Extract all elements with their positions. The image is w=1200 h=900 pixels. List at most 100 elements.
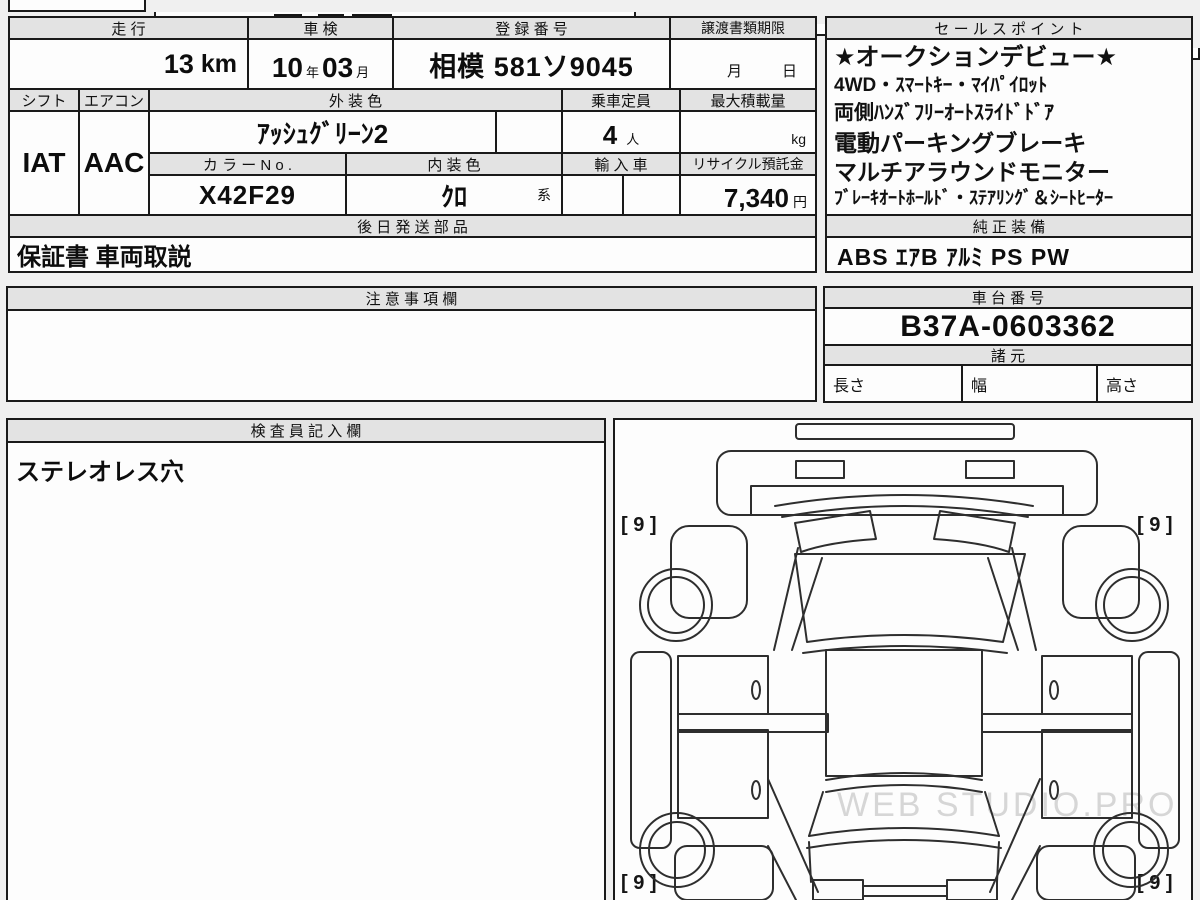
exterior-color-value-cell: ｱｯｼｭｸﾞﾘｰﾝ2 <box>148 110 497 154</box>
interior-color-value-cell: ｸﾛ 系 <box>345 174 563 216</box>
recycle-deposit-value-cell: 7,340 円 <box>679 174 817 216</box>
inspection-year: 10 <box>271 52 303 83</box>
exterior-color-empty-cell <box>495 110 563 154</box>
headlight-left <box>795 460 845 479</box>
registration-value-cell: 相模 581ソ9045 <box>392 38 671 90</box>
inspection-header-label: 車 検 <box>303 20 338 38</box>
max-load-label: 最大積載量 <box>710 92 786 110</box>
later-parts-label: 後 日 発 送 部 品 <box>357 218 468 236</box>
wheel-front-right <box>1095 568 1169 642</box>
capacity-label: 乗車定員 <box>590 92 651 110</box>
spec-width-cell: 幅 <box>961 364 1098 403</box>
deadline-day-label: 日 <box>781 63 797 80</box>
max-load-header: 最大積載量 <box>679 88 817 112</box>
sales-points-label: セ ー ル ス ポ イ ン ト <box>934 20 1084 38</box>
mileage-value-cell: 13 km <box>8 38 249 90</box>
rear-bumper <box>808 841 1000 900</box>
color-no-value: X42F29 <box>198 179 297 210</box>
interior-color-suffix: 系 <box>537 187 551 203</box>
chassis-number-value-cell: B37A-0603362 <box>823 307 1193 346</box>
color-no-label: カ ラ ー N o . <box>202 156 293 174</box>
door-handle <box>1049 680 1059 700</box>
aircon-header: エアコン <box>78 88 150 112</box>
specs-header: 諸 元 <box>823 344 1193 366</box>
inspection-header: 車 検 <box>247 16 394 40</box>
shift-value: IAT <box>22 147 66 178</box>
car-top-view-diagram <box>630 423 1180 900</box>
chassis-number-value: B37A-0603362 <box>900 309 1116 343</box>
windshield <box>774 494 1034 553</box>
auction-sheet: 走 行 車 検 登 録 番 号 譲渡書類期限 13 km 10 年 03 月 相模 5… <box>0 0 1200 900</box>
sales-point-line: 4WD・ｽﾏｰﾄｷｰ・ﾏｲﾊﾟｲﾛｯﾄ <box>834 75 1048 96</box>
doors-right <box>981 655 1133 819</box>
chassis-number-label: 車 台 番 号 <box>971 290 1045 307</box>
transfer-deadline-header: 譲渡書類期限 <box>669 16 817 40</box>
mileage-value: 13 <box>163 48 194 79</box>
specs-label: 諸 元 <box>990 347 1026 365</box>
genuine-equipment-value-cell: ABS ｴｱB ｱﾙﾐ PS PW <box>825 236 1193 273</box>
wheel-front-left <box>639 568 713 642</box>
color-no-header: カ ラ ー N o . <box>148 152 347 176</box>
recycle-deposit-header: リサイクル預託金 <box>679 152 817 176</box>
later-parts-value-cell: 保証書 車両取説 <box>8 236 817 273</box>
spec-height-cell: 高さ <box>1096 364 1193 403</box>
inspector-notes-label: 検 査 員 記 入 欄 <box>250 423 362 440</box>
cropped-row-cell <box>8 0 146 12</box>
spec-length-label: 長さ <box>833 377 866 395</box>
recycle-deposit-label: リサイクル預託金 <box>692 156 804 172</box>
mileage-unit: km <box>200 49 237 78</box>
capacity-header: 乗車定員 <box>561 88 681 112</box>
inspection-month-suffix: 月 <box>356 65 370 80</box>
color-no-value-cell: X42F29 <box>148 174 347 216</box>
import-label: 輸 入 車 <box>594 156 648 174</box>
headlight-right <box>965 460 1015 479</box>
sales-point-line: 両側ﾊﾝｽﾞﾌﾘｰｵｰﾄｽﾗｲﾄﾞﾄﾞｱ <box>834 102 1054 124</box>
recycle-deposit-value: 7,340 <box>723 183 789 213</box>
front-roof-bar <box>795 423 1015 440</box>
spec-width-label: 幅 <box>971 377 988 395</box>
capacity-value: 4 <box>602 120 618 150</box>
transfer-deadline-value-cell: 月 日 <box>669 38 817 90</box>
inspector-notes-value: ステレオレス穴 <box>16 459 184 486</box>
spec-height-label: 高さ <box>1106 377 1139 395</box>
rear-window <box>806 791 1002 849</box>
import-value-cell-2 <box>622 174 681 216</box>
later-parts-value: 保証書 車両取説 <box>17 244 192 271</box>
sales-points-body: ★オークションデビュー★ 4WD・ｽﾏｰﾄｷｰ・ﾏｲﾊﾟｲﾛｯﾄ 両側ﾊﾝｽﾞﾌ… <box>825 38 1193 216</box>
exterior-color-value: ｱｯｼｭｸﾞﾘｰﾝ2 <box>256 118 389 149</box>
genuine-equipment-label: 純 正 装 備 <box>972 218 1046 236</box>
aircon-label: エアコン <box>83 92 144 110</box>
capacity-value-cell: 4人 <box>561 110 681 154</box>
registration-header-label: 登 録 番 号 <box>495 20 568 38</box>
spec-length-cell: 長さ <box>823 364 963 403</box>
side-sill-right <box>1138 651 1180 849</box>
sales-point-line: マルチアラウンドモニター <box>834 159 1110 185</box>
capacity-unit: 人 <box>626 132 640 147</box>
front-fender-right <box>1062 525 1140 619</box>
shift-header: シフト <box>8 88 80 112</box>
sales-point-line: ★オークションデビュー★ <box>834 44 1118 71</box>
mileage-header-label: 走 行 <box>111 20 146 38</box>
car-diagram-box: WEB STUDIO.PRO [9] [9] [9] [9] <box>613 418 1193 900</box>
sales-point-line: ﾌﾞﾚｰｷｵｰﾄﾎｰﾙﾄﾞ・ｽﾃｱﾘﾝｸﾞ＆ｼｰﾄﾋｰﾀｰ <box>834 188 1113 208</box>
inspector-notes-header: 検 査 員 記 入 欄 <box>6 418 606 443</box>
exterior-color-label: 外 装 色 <box>328 92 383 110</box>
interior-color-value: ｸﾛ <box>440 181 467 212</box>
shift-label: シフト <box>21 92 67 110</box>
interior-color-label: 内 装 色 <box>427 156 481 174</box>
deadline-month-label: 月 <box>726 63 742 80</box>
sales-points-header: セ ー ル ス ポ イ ン ト <box>825 16 1193 40</box>
notes-label: 注 意 事 項 欄 <box>365 291 458 308</box>
inspection-month: 03 <box>322 52 354 83</box>
notes-body <box>6 309 817 402</box>
inspection-value-cell: 10 年 03 月 <box>247 38 394 90</box>
later-parts-header: 後 日 発 送 部 品 <box>8 214 817 238</box>
rear-fender-right <box>1036 845 1136 900</box>
sales-point-line: 電動パーキングブレーキ <box>834 130 1087 156</box>
cabin-roof <box>825 649 983 793</box>
front-fender-left <box>670 525 748 619</box>
inspector-notes-body: ステレオレス穴 <box>6 441 606 900</box>
door-handle <box>751 680 761 700</box>
max-load-value-cell: kg <box>679 110 817 154</box>
recycle-deposit-unit: 円 <box>793 194 807 210</box>
